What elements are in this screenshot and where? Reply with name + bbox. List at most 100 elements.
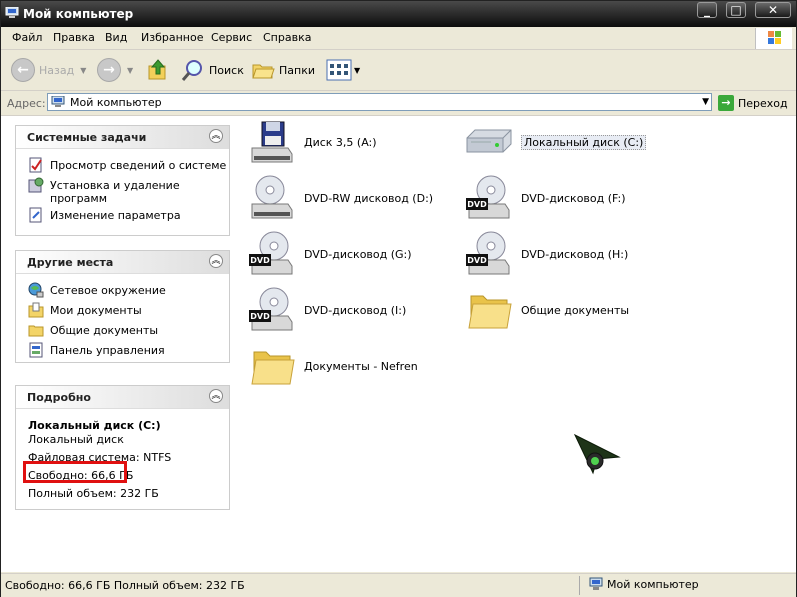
my-computer-icon <box>5 7 19 18</box>
folders-label: Папки <box>279 63 315 77</box>
status-text: Свободно: 66,6 ГБ Полный объем: 232 ГБ <box>5 579 245 592</box>
mouse-cursor-icon <box>573 433 621 475</box>
menu-view[interactable]: Вид <box>105 31 127 44</box>
system-tasks-header[interactable]: Системные задачи ︽ <box>16 126 229 149</box>
explorer-window: Мой компьютер _ □ ✕ Файл Правка Вид Избр… <box>0 0 797 597</box>
task-change-setting[interactable]: Изменение параметра <box>16 207 229 227</box>
menu-tools[interactable]: Сервис <box>211 31 252 44</box>
address-input[interactable]: Мой компьютер ▼ <box>47 93 712 111</box>
menu-favorites[interactable]: Избранное <box>141 31 203 44</box>
folders-icon <box>252 64 275 79</box>
dvd-drive-icon: DVD <box>249 231 293 275</box>
up-button[interactable] <box>147 58 169 82</box>
hard-drive-icon <box>466 129 512 153</box>
dvd-drive-icon: DVD <box>466 231 510 275</box>
drive-label: DVD-RW дисковод (D:) <box>304 191 434 205</box>
dvd-drive-icon: DVD <box>249 287 293 331</box>
drive-item[interactable]: DVD DVD-дисковод (F:) <box>465 173 626 223</box>
drive-item[interactable]: DVD DVD-дисковод (H:) <box>465 229 628 279</box>
drive-label: Диск 3,5 (A:) <box>304 135 377 149</box>
place-shared-documents[interactable]: Общие документы <box>16 322 229 342</box>
go-button[interactable]: → Переход <box>718 93 788 113</box>
address-value: Мой компьютер <box>70 96 162 109</box>
floppy-drive-icon <box>251 121 293 163</box>
collapse-chevron-icon[interactable]: ︽ <box>209 389 223 403</box>
drive-item[interactable]: DVD DVD-дисковод (G:) <box>248 229 412 279</box>
maximize-button[interactable]: □ <box>726 2 746 18</box>
drive-item[interactable]: Диск 3,5 (A:) <box>248 117 377 167</box>
search-icon <box>181 60 202 81</box>
search-button[interactable]: Поиск <box>181 58 244 82</box>
network-places-icon <box>28 282 44 298</box>
highlight-box <box>23 461 127 483</box>
folder-label: Общие документы <box>521 303 630 317</box>
dvd-badge: DVD <box>250 312 270 321</box>
dvd-badge: DVD <box>250 256 270 265</box>
drive-item[interactable]: DVD-RW дисковод (D:) <box>248 173 433 223</box>
folders-button[interactable]: Папки <box>251 58 315 82</box>
menu-help[interactable]: Справка <box>263 31 311 44</box>
views-button[interactable]: ▼ <box>326 58 360 82</box>
my-computer-icon <box>51 96 65 107</box>
system-tasks-title: Системные задачи <box>27 131 147 144</box>
drive-item-selected[interactable]: Локальный диск (C:) <box>465 117 647 167</box>
place-label: Мои документы <box>50 304 142 317</box>
status-location: Мой компьютер <box>589 577 699 591</box>
details-header[interactable]: Подробно ︽ <box>16 386 229 409</box>
menu-file[interactable]: Файл <box>12 31 42 44</box>
control-panel-icon <box>29 342 43 358</box>
search-label: Поиск <box>209 63 244 77</box>
menu-edit[interactable]: Правка <box>53 31 95 44</box>
details-title: Подробно <box>27 391 91 404</box>
folder-item[interactable]: Документы - Nefren <box>248 341 418 391</box>
task-label: Установка и удаление программ <box>50 179 180 205</box>
dvd-drive-icon: DVD <box>466 175 510 219</box>
address-label: Адрес: <box>7 97 46 110</box>
items-view: Диск 3,5 (A:) Локальный диск (C:) DVD-RW… <box>243 116 796 572</box>
windows-logo-icon <box>755 28 792 49</box>
other-places-header[interactable]: Другие места ︽ <box>16 251 229 274</box>
forward-dropdown-icon[interactable]: ▼ <box>127 66 133 75</box>
forward-button[interactable]: → ▼ <box>97 58 133 82</box>
place-my-documents[interactable]: Мои документы <box>16 302 229 322</box>
views-dropdown-icon: ▼ <box>354 65 361 75</box>
title-bar[interactable]: Мой компьютер _ □ ✕ <box>1 1 796 27</box>
folder-item[interactable]: Общие документы <box>465 285 629 335</box>
status-divider <box>579 576 580 595</box>
other-places-title: Другие места <box>27 256 114 269</box>
status-location-label: Мой компьютер <box>607 577 699 591</box>
drive-label: DVD-дисковод (H:) <box>521 247 629 261</box>
drive-label: Локальный диск (C:) <box>521 134 647 150</box>
dvd-badge: DVD <box>467 200 487 209</box>
minimize-button[interactable]: _ <box>697 2 717 18</box>
views-icon <box>326 59 352 81</box>
place-label: Сетевое окружение <box>50 284 166 297</box>
details-panel: Подробно ︽ Локальный диск (C:) Локальный… <box>15 385 230 510</box>
cd-drive-icon <box>251 175 293 219</box>
task-system-info[interactable]: Просмотр сведений о системе <box>16 157 229 177</box>
folder-icon <box>468 295 512 329</box>
folder-up-icon <box>148 59 166 80</box>
close-button[interactable]: ✕ <box>755 2 791 18</box>
collapse-chevron-icon[interactable]: ︽ <box>209 129 223 143</box>
details-name: Локальный диск (C:) <box>28 419 161 432</box>
go-arrow-icon: → <box>718 95 734 111</box>
task-add-remove-programs[interactable]: Установка и удаление программ <box>16 177 229 207</box>
collapse-chevron-icon[interactable]: ︽ <box>209 254 223 268</box>
back-dropdown-icon[interactable]: ▼ <box>80 66 86 75</box>
back-button[interactable]: ← Назад ▼ <box>11 58 86 82</box>
folder-icon <box>28 325 44 337</box>
drive-label: DVD-дисковод (G:) <box>304 247 412 261</box>
task-pane: Системные задачи ︽ Просмотр сведений о с… <box>1 116 243 572</box>
system-info-icon <box>29 157 42 173</box>
task-label: Изменение параметра <box>50 209 181 222</box>
forward-arrow-icon: → <box>97 58 121 82</box>
place-label: Панель управления <box>50 344 165 357</box>
go-label: Переход <box>738 96 788 110</box>
place-network[interactable]: Сетевое окружение <box>16 282 229 302</box>
back-arrow-icon: ← <box>11 58 35 82</box>
address-dropdown-icon[interactable]: ▼ <box>702 97 709 107</box>
place-control-panel[interactable]: Панель управления <box>16 342 229 362</box>
place-label: Общие документы <box>50 324 159 337</box>
drive-item[interactable]: DVD DVD-дисковод (I:) <box>248 285 406 335</box>
